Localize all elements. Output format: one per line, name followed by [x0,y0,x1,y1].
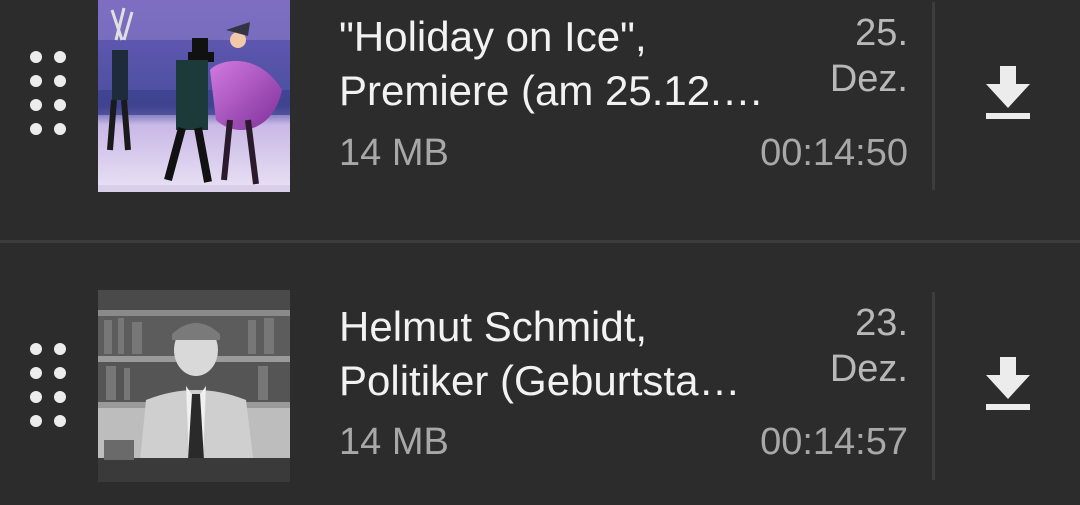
ice-show-photo [98,0,290,192]
episode-title-line-1: "Holiday on Ice", [339,13,647,60]
episode-duration: 00:14:57 [760,421,908,463]
episode-title[interactable]: Helmut Schmidt, Politiker (Geburtsta… [339,300,809,408]
episode-title[interactable]: "Holiday on Ice", Premiere (am 25.12.… [339,10,809,118]
list-item[interactable]: Helmut Schmidt, Politiker (Geburtsta… 23… [0,243,1080,483]
episode-title-line-2: Politiker (Geburtsta… [339,357,741,404]
download-icon [986,66,1030,119]
download-button[interactable] [960,46,1056,142]
episode-title-line-2: Premiere (am 25.12.… [339,67,764,114]
episode-duration: 00:14:50 [760,132,908,174]
episode-size: 14 MB [339,132,449,174]
drag-handle-icon[interactable] [28,343,68,433]
episode-date-day: 23. [855,302,908,344]
list-item[interactable]: "Holiday on Ice", Premiere (am 25.12.… 2… [0,0,1080,240]
download-button[interactable] [960,337,1056,433]
episode-date-month: Dez. [829,58,908,100]
episode-size: 14 MB [339,421,449,463]
download-icon [986,357,1030,410]
drag-handle-icon[interactable] [28,51,68,141]
action-divider [932,292,935,480]
episode-date: 25. Dez. [830,10,908,102]
episode-date-month: Dez. [829,348,908,390]
episode-thumbnail[interactable] [98,290,290,482]
episode-list: "Holiday on Ice", Premiere (am 25.12.… 2… [0,0,1080,505]
action-divider [932,2,935,190]
episode-date-day: 25. [855,12,908,54]
episode-thumbnail[interactable] [98,0,290,192]
episode-date: 23. Dez. [830,300,908,392]
episode-title-line-1: Helmut Schmidt, [339,303,648,350]
portrait-photo [98,290,290,482]
